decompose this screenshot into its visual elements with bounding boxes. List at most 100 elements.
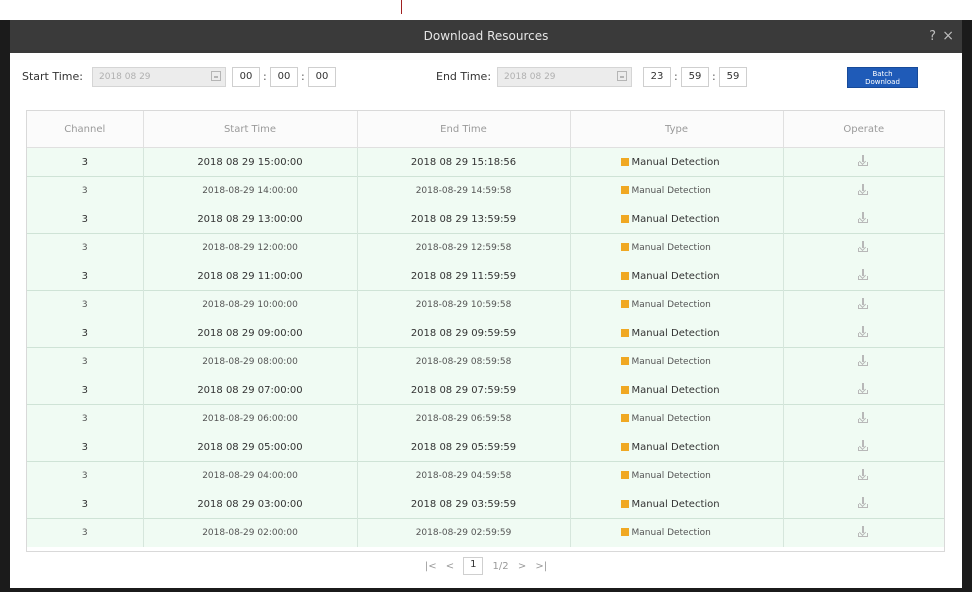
last-page-button[interactable]: >|: [535, 561, 547, 572]
header-channel[interactable]: Channel: [27, 111, 144, 148]
cell-channel: 3: [27, 262, 144, 291]
cell-channel: 3: [27, 347, 144, 376]
cell-end-time: 2018 08 29 07:59:59: [357, 376, 571, 405]
cell-end-time: 2018-08-29 14:59:58: [357, 176, 571, 205]
cell-end-time: 2018 08 29 05:59:59: [357, 433, 571, 462]
start-hour-field[interactable]: 00: [232, 67, 260, 87]
cell-start-time: 2018-08-29 12:00:00: [143, 233, 358, 262]
batch-download-label-2: Download: [865, 78, 900, 86]
manual-detection-icon: [620, 300, 629, 308]
table-row: 3 2018 08 29 05:00:00 2018 08 29 05:59:59 M…: [27, 433, 944, 462]
cell-start-time: 2018 08 29 13:00:00: [143, 205, 358, 234]
manual-detection-icon: [620, 157, 629, 166]
cell-channel: 3: [27, 319, 144, 348]
download-icon[interactable]: [857, 240, 871, 253]
start-minute-field[interactable]: 00: [270, 67, 298, 87]
cell-operate: [783, 233, 944, 262]
cell-start-time: 2018-08-29 04:00:00: [143, 461, 358, 490]
download-icon[interactable]: [857, 468, 871, 481]
download-icon[interactable]: [857, 496, 871, 509]
cell-channel: 3: [27, 147, 144, 177]
cell-start-time: 2018-08-29 02:00:00: [143, 518, 358, 547]
cell-type: Manual Detection: [570, 347, 784, 376]
cell-type: Manual Detection: [570, 490, 784, 519]
type-label: Manual Detection: [631, 414, 711, 424]
header-start-time[interactable]: Start Time: [143, 111, 358, 148]
recordings-table: Channel Start Time End Time Type Operate…: [26, 110, 945, 552]
cell-channel: 3: [27, 376, 144, 405]
start-second-field[interactable]: 00: [308, 67, 336, 87]
cell-operate: [783, 262, 944, 291]
table-row: 3 2018 08 29 15:00:00 2018 08 29 15:18:56 M…: [27, 147, 944, 177]
page-number-input[interactable]: 1: [463, 557, 484, 575]
calendar-icon[interactable]: [211, 71, 221, 81]
download-icon[interactable]: [857, 439, 871, 452]
help-icon[interactable]: ?: [929, 20, 936, 53]
cell-end-time: 2018 08 29 11:59:59: [357, 262, 571, 291]
cell-operate: [783, 490, 944, 519]
cell-end-time: 2018-08-29 02:59:59: [357, 518, 571, 547]
cell-operate: [783, 461, 944, 490]
cell-start-time: 2018-08-29 14:00:00: [143, 176, 358, 205]
download-icon[interactable]: [857, 525, 871, 538]
cell-channel: 3: [27, 490, 144, 519]
manual-detection-icon: [620, 528, 629, 536]
time-separator: :: [712, 70, 716, 83]
prev-page-button[interactable]: <: [446, 561, 454, 572]
table-row: 3 2018-08-29 12:00:00 2018-08-29 12:59:58 M…: [27, 233, 944, 262]
first-page-button[interactable]: |<: [425, 561, 437, 572]
start-time-label: Start Time:: [22, 70, 83, 83]
end-hour-field[interactable]: 23: [643, 67, 671, 87]
download-icon[interactable]: [857, 297, 871, 310]
download-icon[interactable]: [857, 268, 871, 281]
calendar-icon[interactable]: [617, 71, 627, 81]
download-icon[interactable]: [857, 211, 871, 224]
cell-start-time: 2018 08 29 03:00:00: [143, 490, 358, 519]
type-label: Manual Detection: [631, 300, 711, 310]
cell-start-time: 2018-08-29 10:00:00: [143, 290, 358, 319]
start-date-field[interactable]: 2018 08 29: [92, 67, 226, 87]
download-icon[interactable]: [857, 183, 871, 196]
end-date-field[interactable]: 2018 08 29: [497, 67, 632, 87]
batch-download-button[interactable]: Batch Download: [847, 67, 918, 88]
time-filter-bar: Start Time: 2018 08 29 00 : 00 : 00 End …: [10, 53, 962, 101]
cell-start-time: 2018-08-29 08:00:00: [143, 347, 358, 376]
download-icon[interactable]: [857, 411, 871, 424]
type-label: Manual Detection: [631, 270, 720, 282]
type-label: Manual Detection: [631, 357, 711, 367]
download-icon[interactable]: [857, 154, 871, 167]
next-page-button[interactable]: >: [518, 561, 526, 572]
cell-start-time: 2018 08 29 11:00:00: [143, 262, 358, 291]
cell-operate: [783, 518, 944, 547]
header-operate[interactable]: Operate: [783, 111, 944, 148]
download-icon[interactable]: [857, 325, 871, 338]
type-label: Manual Detection: [631, 156, 720, 168]
table-row: 3 2018-08-29 10:00:00 2018-08-29 10:59:58 M…: [27, 290, 944, 319]
background-divider: [401, 0, 402, 14]
cell-type: Manual Detection: [570, 319, 784, 348]
cell-end-time: 2018 08 29 13:59:59: [357, 205, 571, 234]
table-row: 3 2018-08-29 08:00:00 2018-08-29 08:59:58 M…: [27, 347, 944, 376]
type-label: Manual Detection: [631, 186, 711, 196]
cell-operate: [783, 376, 944, 405]
cell-end-time: 2018-08-29 10:59:58: [357, 290, 571, 319]
header-end-time[interactable]: End Time: [357, 111, 571, 148]
download-icon[interactable]: [857, 354, 871, 367]
background-right-edge: [962, 20, 972, 592]
close-icon[interactable]: ×: [942, 20, 954, 53]
manual-detection-icon: [620, 243, 629, 251]
cell-channel: 3: [27, 205, 144, 234]
end-second-field[interactable]: 59: [719, 67, 747, 87]
cell-channel: 3: [27, 518, 144, 547]
cell-type: Manual Detection: [570, 461, 784, 490]
cell-channel: 3: [27, 433, 144, 462]
cell-operate: [783, 347, 944, 376]
cell-end-time: 2018 08 29 15:18:56: [357, 147, 571, 177]
header-type[interactable]: Type: [570, 111, 784, 148]
manual-detection-icon: [620, 214, 629, 223]
manual-detection-icon: [620, 385, 629, 394]
download-icon[interactable]: [857, 382, 871, 395]
manual-detection-icon: [620, 186, 629, 194]
cell-type: Manual Detection: [570, 433, 784, 462]
end-minute-field[interactable]: 59: [681, 67, 709, 87]
